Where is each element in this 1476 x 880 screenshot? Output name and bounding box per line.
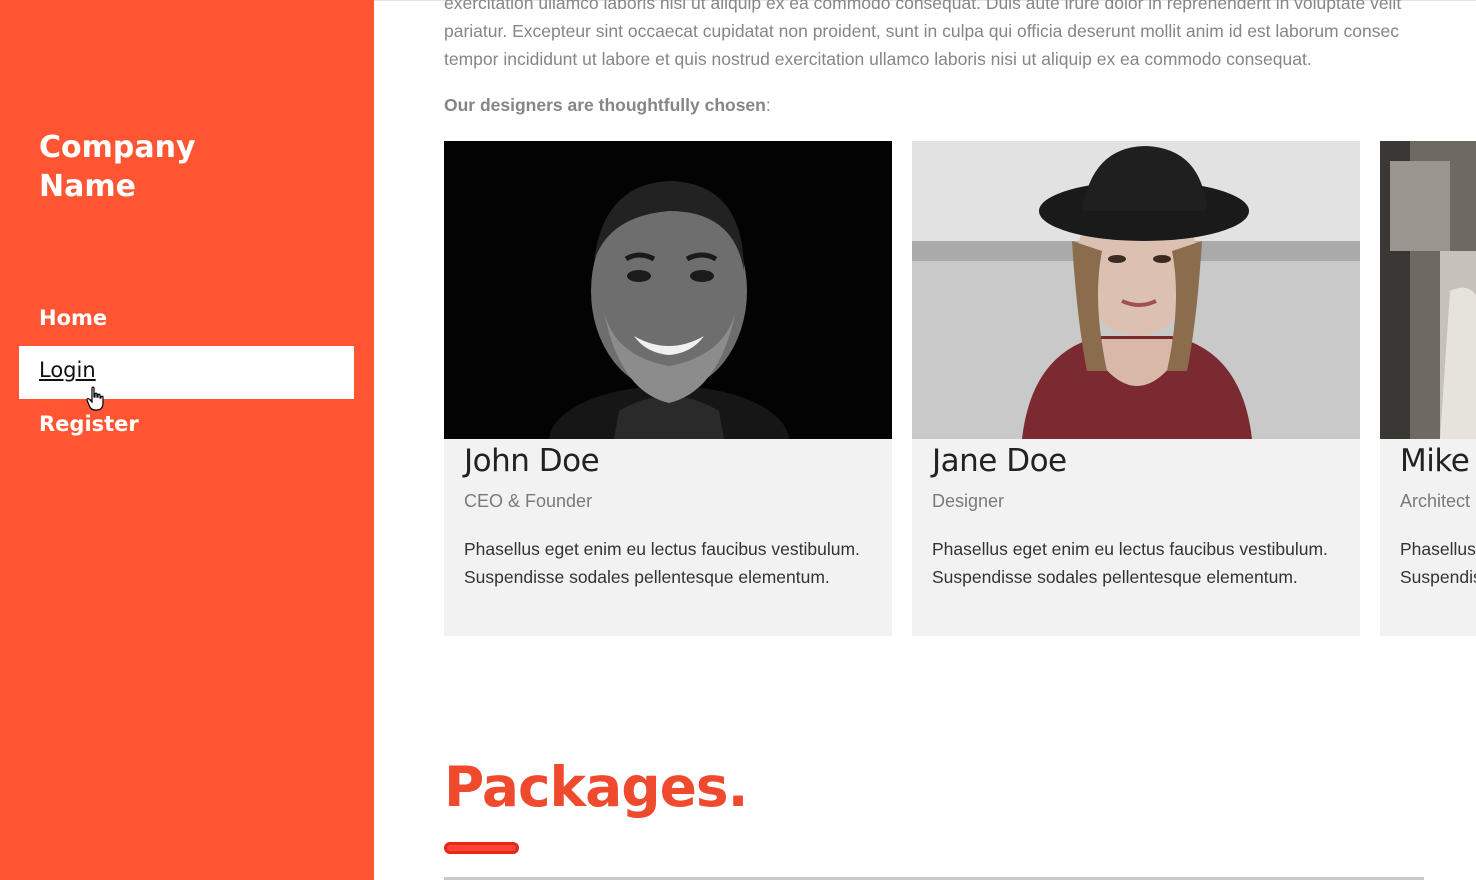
designers-heading-bold: Our designers are thoughtfully chosen — [444, 95, 766, 115]
sidebar: Company Name Home Login Register — [0, 0, 374, 880]
intro-paragraph: exercitation ullamco laboris nisi ut ali… — [444, 0, 1476, 73]
packages-heading: Packages. — [444, 755, 749, 819]
team-member-name: Jane Doe — [932, 443, 1067, 479]
intro-line: exercitation ullamco laboris nisi ut ali… — [444, 0, 1402, 13]
brand-title: Company Name — [39, 128, 239, 206]
nav-home-link[interactable]: Home — [39, 306, 107, 330]
team-member-description: Phasellus eget enim eu lectus faucibus v… — [1400, 539, 1476, 587]
team-photo-john — [444, 141, 892, 439]
designers-heading: Our designers are thoughtfully chosen: — [444, 95, 771, 116]
nav-login-label: Login — [39, 358, 96, 382]
team-member-role: CEO & Founder — [464, 491, 593, 511]
team-member-description: Phasellus eget enim eu lectus faucibus v… — [464, 539, 860, 587]
team-member-role: Architect — [1400, 491, 1471, 511]
heading-underline — [444, 842, 519, 854]
team-member-role: Designer — [932, 491, 1005, 511]
team-photo-mike — [1380, 141, 1476, 439]
hand-pointer-icon — [86, 386, 104, 411]
main-content: exercitation ullamco laboris nisi ut ali… — [374, 0, 1476, 880]
team-card: Jane Doe Designer Phasellus eget enim eu… — [912, 141, 1360, 636]
team-card: John Doe CEO & Founder Phasellus eget en… — [444, 141, 892, 636]
team-card: Mike Ross Architect Phasellus eget enim … — [1380, 141, 1476, 636]
team-photo-jane — [912, 141, 1360, 439]
brand-line-1: Company — [39, 130, 196, 165]
intro-line: tempor incididunt ut labore et quis nost… — [444, 49, 1312, 69]
nav-login-link[interactable]: Login — [19, 346, 354, 399]
designers-heading-colon: : — [765, 95, 771, 115]
brand-line-2: Name — [39, 169, 136, 204]
team-member-description: Phasellus eget enim eu lectus faucibus v… — [932, 539, 1328, 587]
intro-line: pariatur. Excepteur sint occaecat cupida… — [444, 21, 1399, 41]
team-member-name: Mike Ross — [1400, 443, 1476, 479]
packages-text-cutoff — [444, 872, 1444, 880]
team-member-name: John Doe — [464, 443, 600, 479]
nav-register-link[interactable]: Register — [39, 412, 139, 436]
